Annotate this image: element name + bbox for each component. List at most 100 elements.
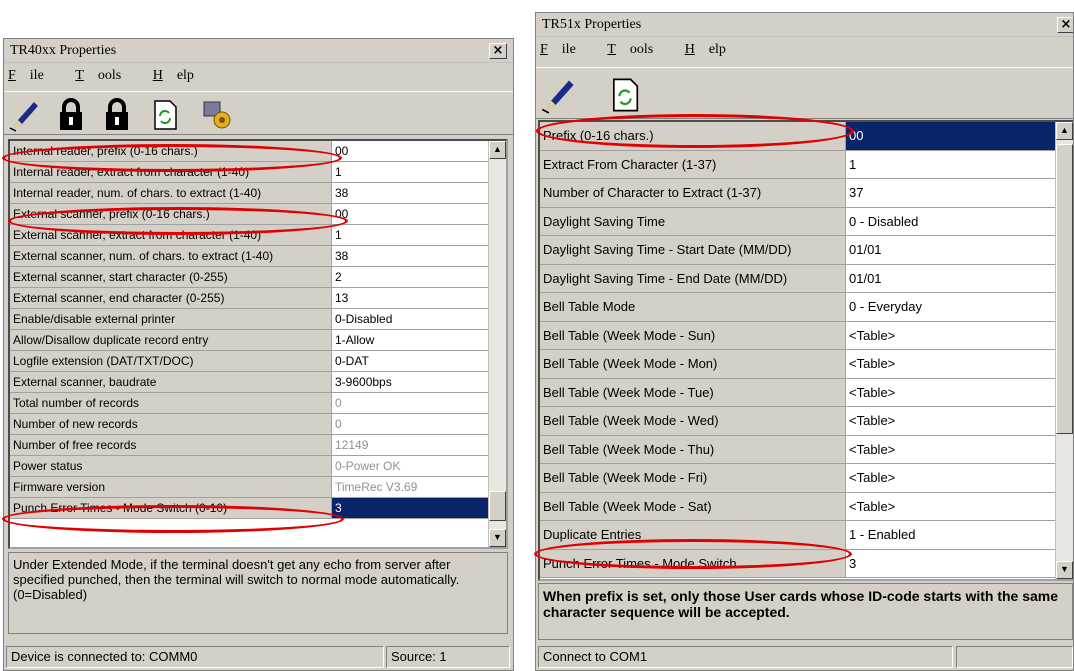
property-value[interactable]: <Table> — [846, 492, 1057, 520]
pen-icon[interactable] — [8, 98, 42, 132]
property-key: External scanner, start character (0-255… — [10, 267, 332, 287]
property-value[interactable]: 1 - Enabled — [846, 521, 1057, 549]
property-row[interactable]: Bell Table (Week Mode - Thu) <Table> — [540, 435, 1057, 464]
lock-icon[interactable] — [100, 98, 134, 132]
property-row[interactable]: Logfile extension (DAT/TXT/DOC) 0-DAT — [10, 351, 488, 372]
property-value[interactable]: 00 — [332, 204, 488, 224]
menu-help[interactable]: Help — [153, 65, 208, 87]
scroll-up-icon[interactable]: ▲ — [1056, 122, 1073, 140]
property-value[interactable]: 0-Disabled — [332, 309, 488, 329]
property-grid: Internal reader, prefix (0-16 chars.) 00 I… — [8, 139, 508, 549]
property-value[interactable]: <Table> — [846, 407, 1057, 435]
refresh-icon[interactable] — [148, 98, 182, 132]
property-row[interactable]: Bell Table Mode 0 - Everyday — [540, 293, 1057, 322]
lock-icon[interactable] — [54, 98, 88, 132]
property-value[interactable]: 1-Allow — [332, 330, 488, 350]
menu-tools[interactable]: Tools — [75, 65, 135, 87]
property-key: Daylight Saving Time - Start Date (MM/DD… — [540, 236, 846, 264]
property-row[interactable]: Bell Table (Week Mode - Tue) <Table> — [540, 378, 1057, 407]
property-row[interactable]: Enable/disable external printer 0-Disable… — [10, 309, 488, 330]
property-row[interactable]: Power status 0-Power OK — [10, 456, 488, 477]
property-value[interactable]: 13 — [332, 288, 488, 308]
property-row[interactable]: Punch Error Times - Mode Switch 3 — [540, 549, 1057, 578]
property-row[interactable]: Number of Character to Extract (1-37) 37 — [540, 179, 1057, 208]
property-value[interactable]: <Table> — [846, 321, 1057, 349]
property-row[interactable]: Punch Error Times - Mode Switch (0-10) 3 — [10, 498, 488, 519]
property-row[interactable]: Allow/Disallow duplicate record entry 1-A… — [10, 330, 488, 351]
property-value[interactable]: 2 — [332, 267, 488, 287]
close-icon[interactable]: × — [1057, 17, 1073, 33]
scroll-thumb[interactable] — [1056, 144, 1073, 434]
property-row[interactable]: Daylight Saving Time - End Date (MM/DD) 0… — [540, 264, 1057, 293]
gear-icon[interactable] — [200, 98, 234, 132]
property-value[interactable]: 12149 — [332, 435, 488, 455]
property-value[interactable]: <Table> — [846, 378, 1057, 406]
property-row[interactable]: Bell Table (Week Mode - Sat) <Table> — [540, 492, 1057, 521]
property-value[interactable]: <Table> — [846, 464, 1057, 492]
property-value[interactable]: 01/01 — [846, 236, 1057, 264]
property-row[interactable]: External scanner, num. of chars. to extr… — [10, 246, 488, 267]
vertical-scrollbar[interactable]: ▲ ▼ — [488, 141, 506, 547]
property-key: Internal reader, extract from character … — [10, 162, 332, 182]
property-row[interactable]: Bell Table (Week Mode - Fri) <Table> — [540, 464, 1057, 493]
property-key: Number of free records — [10, 435, 332, 455]
vertical-scrollbar[interactable]: ▲ ▼ — [1055, 122, 1073, 579]
property-value[interactable]: 0 — [332, 414, 488, 434]
refresh-icon[interactable] — [606, 76, 644, 114]
property-value[interactable]: 0 — [332, 393, 488, 413]
scroll-thumb[interactable] — [489, 491, 506, 521]
property-value[interactable]: 0 - Everyday — [846, 293, 1057, 321]
property-value[interactable]: 0-Power OK — [332, 456, 488, 476]
tr40xx-properties-window: TR40xx Properties × File Tools Help Inte… — [3, 38, 514, 671]
property-key: Daylight Saving Time — [540, 207, 846, 235]
property-value[interactable]: 1 — [332, 162, 488, 182]
property-value[interactable]: 38 — [332, 246, 488, 266]
property-row[interactable]: Prefix (0-16 chars.) 00 — [540, 122, 1057, 151]
menu-help[interactable]: Help — [685, 39, 740, 61]
window-title: TR40xx Properties — [4, 39, 513, 63]
property-row[interactable]: Number of new records 0 — [10, 414, 488, 435]
property-value[interactable]: <Table> — [846, 435, 1057, 463]
property-row[interactable]: External scanner, extract from character… — [10, 225, 488, 246]
property-value[interactable]: 0-DAT — [332, 351, 488, 371]
property-value[interactable]: 1 — [332, 225, 488, 245]
scroll-down-icon[interactable]: ▼ — [489, 529, 506, 547]
menu-file[interactable]: File — [8, 65, 58, 87]
property-value[interactable]: 01/01 — [846, 264, 1057, 292]
property-value[interactable]: 38 — [332, 183, 488, 203]
property-value[interactable]: 00 — [846, 122, 1057, 150]
property-row[interactable]: Total number of records 0 — [10, 393, 488, 414]
property-value[interactable]: 3 — [332, 498, 488, 518]
property-value[interactable]: TimeRec V3.69 — [332, 477, 488, 497]
property-value[interactable]: 00 — [332, 141, 488, 161]
property-row[interactable]: External scanner, prefix (0-16 chars.) 00 — [10, 204, 488, 225]
menu-file[interactable]: File — [540, 39, 590, 61]
property-row[interactable]: External scanner, baudrate 3-9600bps — [10, 372, 488, 393]
property-row[interactable]: Firmware version TimeRec V3.69 — [10, 477, 488, 498]
property-row[interactable]: Bell Table (Week Mode - Wed) <Table> — [540, 407, 1057, 436]
scroll-down-icon[interactable]: ▼ — [1056, 561, 1073, 579]
property-row[interactable]: Internal reader, num. of chars. to extra… — [10, 183, 488, 204]
pen-icon[interactable] — [540, 76, 578, 114]
property-row[interactable]: Bell Table (Week Mode - Mon) <Table> — [540, 350, 1057, 379]
property-row[interactable]: Duplicate Entries 1 - Enabled — [540, 521, 1057, 550]
property-value[interactable]: 3 — [846, 549, 1057, 577]
property-row[interactable]: External scanner, start character (0-255… — [10, 267, 488, 288]
close-icon[interactable]: × — [489, 43, 507, 59]
menu-tools[interactable]: Tools — [607, 39, 667, 61]
property-row[interactable]: Daylight Saving Time 0 - Disabled — [540, 207, 1057, 236]
property-key: Duplicate Entries — [540, 521, 846, 549]
property-row[interactable]: Internal reader, prefix (0-16 chars.) 00 — [10, 141, 488, 162]
property-row[interactable]: External scanner, end character (0-255) 1… — [10, 288, 488, 309]
property-row[interactable]: Extract From Character (1-37) 1 — [540, 150, 1057, 179]
property-row[interactable]: Daylight Saving Time - Start Date (MM/DD… — [540, 236, 1057, 265]
property-value[interactable]: 1 — [846, 150, 1057, 178]
scroll-up-icon[interactable]: ▲ — [489, 141, 506, 159]
property-row[interactable]: Number of free records 12149 — [10, 435, 488, 456]
property-value[interactable]: 3-9600bps — [332, 372, 488, 392]
property-row[interactable]: Bell Table (Week Mode - Sun) <Table> — [540, 321, 1057, 350]
property-row[interactable]: Internal reader, extract from character … — [10, 162, 488, 183]
property-value[interactable]: 0 - Disabled — [846, 207, 1057, 235]
property-value[interactable]: 37 — [846, 179, 1057, 207]
property-value[interactable]: <Table> — [846, 350, 1057, 378]
